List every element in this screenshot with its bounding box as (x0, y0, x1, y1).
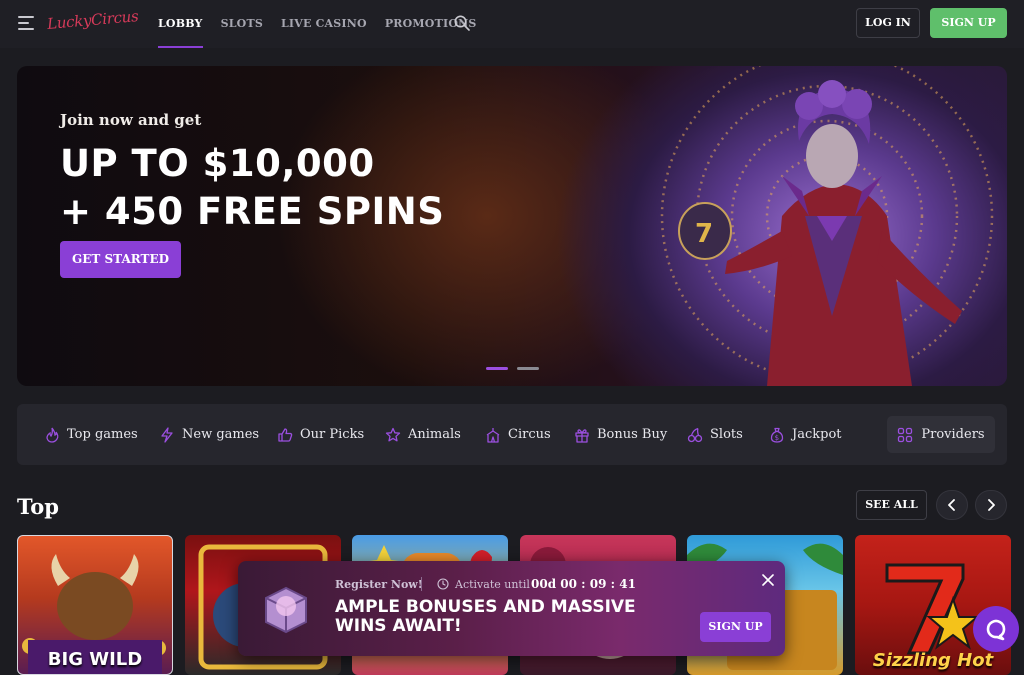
category-label: New games (182, 427, 260, 442)
category-label: Top games (67, 427, 138, 442)
game-tile-sizzling-hot[interactable]: Sizzling Hot (855, 535, 1011, 675)
game-title: Sizzling Hot (872, 650, 994, 671)
section-title-top: Top (17, 494, 59, 519)
get-started-button[interactable]: GET STARTED (60, 241, 181, 278)
game-tile-big-wild[interactable]: BIG WILD (17, 535, 173, 675)
lightning-icon (161, 426, 173, 443)
category-new-games[interactable]: New games (159, 404, 259, 465)
live-chat-button[interactable] (973, 606, 1019, 652)
category-bonus-buy[interactable]: Bonus Buy (574, 404, 667, 465)
gift-icon (575, 428, 589, 443)
clock-icon (437, 578, 449, 590)
carousel-dot-2[interactable] (517, 367, 539, 370)
svg-text:7: 7 (695, 219, 713, 249)
hero-eyebrow: Join now and get (60, 111, 202, 129)
chevron-right-icon (988, 499, 995, 511)
promo-popup: Register Now! Activate until 00d 00 : 09… (238, 561, 785, 656)
see-all-button[interactable]: SEE ALL (856, 490, 927, 520)
hero-title-line-2: + 450 FREE SPINS (60, 190, 445, 233)
cherries-icon (687, 427, 703, 442)
category-slots[interactable]: Slots (687, 404, 743, 465)
mystery-box-icon (265, 586, 307, 634)
chat-bubble-icon (986, 619, 1006, 641)
nav-lobby[interactable]: LOBBY (158, 0, 203, 48)
category-our-picks[interactable]: Our Picks (277, 404, 364, 465)
promo-divider (421, 577, 422, 591)
hamburger-menu-icon[interactable] (18, 16, 34, 30)
hero-title-line-1: UP TO $10,000 (60, 142, 375, 185)
promo-register-label: Register Now! (335, 578, 423, 591)
category-label: Slots (710, 427, 743, 442)
hero-banner[interactable]: 7 Join now and get UP TO $10,000 + 450 F… (17, 66, 1007, 386)
category-jackpot[interactable]: $ Jackpot (769, 404, 842, 465)
chevron-left-icon (948, 499, 955, 511)
category-label: Animals (408, 427, 461, 442)
signup-button[interactable]: SIGN UP (930, 8, 1007, 38)
logo[interactable]: LuckyCircus (46, 7, 139, 33)
category-animals[interactable]: Animals (385, 404, 461, 465)
category-circus[interactable]: Circus (485, 404, 551, 465)
category-label: Jackpot (792, 427, 842, 442)
category-label: Circus (508, 427, 551, 442)
carousel-prev-button[interactable] (936, 490, 968, 520)
login-button[interactable]: LOG IN (856, 8, 920, 38)
svg-text:$: $ (775, 434, 779, 442)
main-nav: LOBBY SLOTS LIVE CASINO PROMOTIONS (158, 0, 495, 48)
category-label: Bonus Buy (597, 427, 668, 442)
money-bag-icon: $ (770, 427, 784, 443)
promo-countdown: 00d 00 : 09 : 41 (531, 577, 636, 591)
grid-icon (898, 427, 913, 442)
game-title: BIG WILD (47, 649, 143, 670)
star-icon (385, 427, 401, 441)
ringmaster-illustration: 7 (660, 66, 994, 386)
providers-button[interactable]: Providers (887, 416, 995, 453)
carousel-dot-1[interactable] (486, 367, 508, 370)
nav-slots[interactable]: SLOTS (221, 0, 263, 48)
category-label: Our Picks (300, 427, 365, 442)
promo-activate-label: Activate until (455, 578, 530, 591)
category-top-games[interactable]: Top games (44, 404, 138, 465)
category-bar: Top games New games Our Picks Animals Ci… (17, 404, 1007, 465)
promo-headline: AMPLE BONUSES AND MASSIVE WINS AWAIT! (335, 597, 636, 636)
carousel-dots (486, 367, 539, 370)
close-icon[interactable] (761, 573, 775, 587)
search-icon[interactable] (454, 15, 470, 31)
thumbs-up-icon (278, 427, 293, 442)
nav-live-casino[interactable]: LIVE CASINO (281, 0, 367, 48)
carousel-next-button[interactable] (975, 490, 1007, 520)
promo-signup-button[interactable]: SIGN UP (700, 612, 771, 642)
providers-label: Providers (921, 427, 985, 442)
header: LuckyCircus LOBBY SLOTS LIVE CASINO PROM… (0, 0, 1024, 48)
circus-tent-icon (486, 427, 500, 443)
flame-icon (46, 427, 59, 443)
